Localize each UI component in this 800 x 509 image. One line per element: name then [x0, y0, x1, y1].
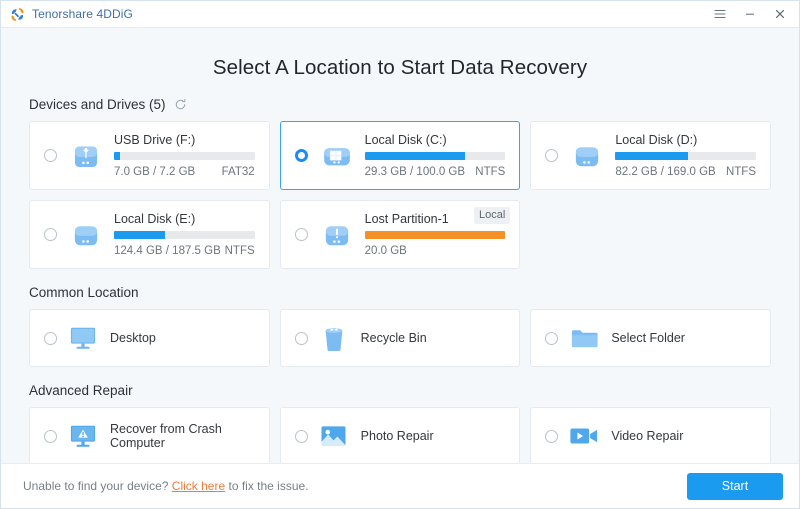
folder-icon	[567, 326, 601, 350]
drive-usage-bar	[114, 231, 255, 239]
footer-text-after: to fix the issue.	[228, 479, 308, 493]
drive-card-lost-partition-1[interactable]: Local Lost Partition-1	[280, 200, 521, 269]
drive-meta: 82.2 GB / 169.0 GB NTFS	[615, 166, 756, 178]
drive-capacity: 124.4 GB / 187.5 GB	[114, 245, 221, 257]
drive-card-local-c[interactable]: Local Disk (C:) 29.3 GB / 100.0 GB NTFS	[280, 121, 521, 190]
start-button[interactable]: Start	[687, 473, 783, 500]
drives-grid-empty-slot	[530, 200, 771, 269]
close-icon[interactable]	[765, 2, 795, 27]
advanced-repair-grid: Recover from Crash Computer Photo Repair	[29, 407, 771, 463]
drive-body: Local Disk (D:) 82.2 GB / 169.0 GB NTFS	[615, 133, 758, 178]
drive-name: Local Disk (C:)	[365, 133, 506, 147]
footer-message: Unable to find your device? Click here t…	[23, 479, 309, 493]
drive-card-local-e[interactable]: Local Disk (E:) 124.4 GB / 187.5 GB NTFS	[29, 200, 270, 269]
common-location-grid: Desktop Recycle Bin	[29, 309, 771, 367]
location-card-select-folder[interactable]: Select Folder	[530, 309, 771, 367]
drive-meta: 7.0 GB / 7.2 GB FAT32	[114, 166, 255, 178]
location-card-recycle-bin[interactable]: Recycle Bin	[280, 309, 521, 367]
location-card-desktop[interactable]: Desktop	[29, 309, 270, 367]
location-radio-recycle-bin[interactable]	[295, 332, 308, 345]
drives-grid: USB Drive (F:) 7.0 GB / 7.2 GB FAT32	[29, 121, 771, 269]
drive-usage-fill	[114, 152, 120, 160]
drive-body: Local Disk (E:) 124.4 GB / 187.5 GB NTFS	[114, 212, 257, 257]
app-title: Tenorshare 4DDiG	[32, 7, 133, 21]
location-label: Desktop	[110, 331, 156, 345]
drive-meta: 124.4 GB / 187.5 GB NTFS	[114, 245, 255, 257]
drive-radio-lost-partition-1[interactable]	[295, 228, 308, 241]
drive-name: USB Drive (F:)	[114, 133, 255, 147]
advanced-repair-section-header: Advanced Repair	[29, 383, 771, 398]
drive-body: USB Drive (F:) 7.0 GB / 7.2 GB FAT32	[114, 133, 257, 178]
drive-radio-local-d[interactable]	[545, 149, 558, 162]
drive-capacity: 29.3 GB / 100.0 GB	[365, 166, 465, 178]
main-content: Select A Location to Start Data Recovery…	[1, 28, 799, 463]
common-location-section-header: Common Location	[29, 285, 771, 300]
location-label: Select Folder	[611, 331, 685, 345]
repair-radio-photo-repair[interactable]	[295, 430, 308, 443]
refresh-icon[interactable]	[174, 98, 187, 111]
repair-label: Recover from Crash Computer	[110, 422, 257, 450]
drive-usage-fill	[365, 231, 506, 239]
drive-body: Local Disk (C:) 29.3 GB / 100.0 GB NTFS	[365, 133, 508, 178]
drive-capacity: 82.2 GB / 169.0 GB	[615, 166, 715, 178]
drive-usage-bar	[365, 152, 506, 160]
common-location-label: Common Location	[29, 285, 139, 300]
drive-capacity: 7.0 GB / 7.2 GB	[114, 166, 195, 178]
footer-bar: Unable to find your device? Click here t…	[1, 463, 799, 508]
drive-radio-local-c[interactable]	[295, 149, 308, 162]
location-label: Recycle Bin	[361, 331, 427, 345]
drive-radio-usb-f[interactable]	[44, 149, 57, 162]
photo-repair-icon	[317, 424, 351, 448]
hard-disk-icon	[66, 220, 106, 250]
location-radio-desktop[interactable]	[44, 332, 57, 345]
footer-text-before: Unable to find your device?	[23, 479, 168, 493]
drive-radio-local-e[interactable]	[44, 228, 57, 241]
lost-partition-icon	[317, 220, 357, 250]
hamburger-menu-icon[interactable]	[705, 2, 735, 27]
drive-usage-fill	[114, 231, 165, 239]
advanced-repair-label: Advanced Repair	[29, 383, 133, 398]
windows-disk-icon	[317, 141, 357, 171]
repair-label: Photo Repair	[361, 429, 434, 443]
drive-capacity: 20.0 GB	[365, 245, 407, 257]
video-repair-icon	[567, 425, 601, 447]
minimize-icon[interactable]	[735, 2, 765, 27]
drive-filesystem: NTFS	[475, 166, 505, 178]
devices-section-label: Devices and Drives (5)	[29, 97, 166, 112]
repair-card-photo-repair[interactable]: Photo Repair	[280, 407, 521, 463]
page-title: Select A Location to Start Data Recovery	[29, 28, 771, 97]
drive-usage-fill	[365, 152, 465, 160]
devices-section-header: Devices and Drives (5)	[29, 97, 771, 112]
drive-card-local-d[interactable]: Local Disk (D:) 82.2 GB / 169.0 GB NTFS	[530, 121, 771, 190]
4ddig-logo-icon	[8, 5, 26, 23]
drive-name: Local Disk (D:)	[615, 133, 756, 147]
drive-usage-bar	[615, 152, 756, 160]
repair-card-recover-from-crash-computer[interactable]: Recover from Crash Computer	[29, 407, 270, 463]
repair-label: Video Repair	[611, 429, 683, 443]
location-radio-select-folder[interactable]	[545, 332, 558, 345]
repair-radio-recover-from-crash-computer[interactable]	[44, 430, 57, 443]
repair-radio-video-repair[interactable]	[545, 430, 558, 443]
crash-computer-icon	[66, 423, 100, 449]
fix-issue-link[interactable]: Click here	[172, 479, 225, 493]
app-window: Tenorshare 4DDiG Select A Location to St…	[0, 0, 800, 509]
drive-filesystem: NTFS	[726, 166, 756, 178]
drive-card-usb-f[interactable]: USB Drive (F:) 7.0 GB / 7.2 GB FAT32	[29, 121, 270, 190]
recycle-bin-icon	[317, 324, 351, 352]
drive-filesystem: NTFS	[225, 245, 255, 257]
drive-meta: 29.3 GB / 100.0 GB NTFS	[365, 166, 506, 178]
drive-filesystem: FAT32	[222, 166, 255, 178]
desktop-monitor-icon	[66, 325, 100, 351]
status-badge: Local	[474, 207, 510, 224]
repair-card-video-repair[interactable]: Video Repair	[530, 407, 771, 463]
hard-disk-icon	[567, 141, 607, 171]
drive-usage-fill	[615, 152, 688, 160]
title-bar: Tenorshare 4DDiG	[1, 1, 799, 28]
drive-usage-bar	[365, 231, 506, 239]
drive-usage-bar	[114, 152, 255, 160]
drive-name: Local Disk (E:)	[114, 212, 255, 226]
drive-meta: 20.0 GB	[365, 245, 506, 257]
usb-drive-icon	[66, 141, 106, 171]
